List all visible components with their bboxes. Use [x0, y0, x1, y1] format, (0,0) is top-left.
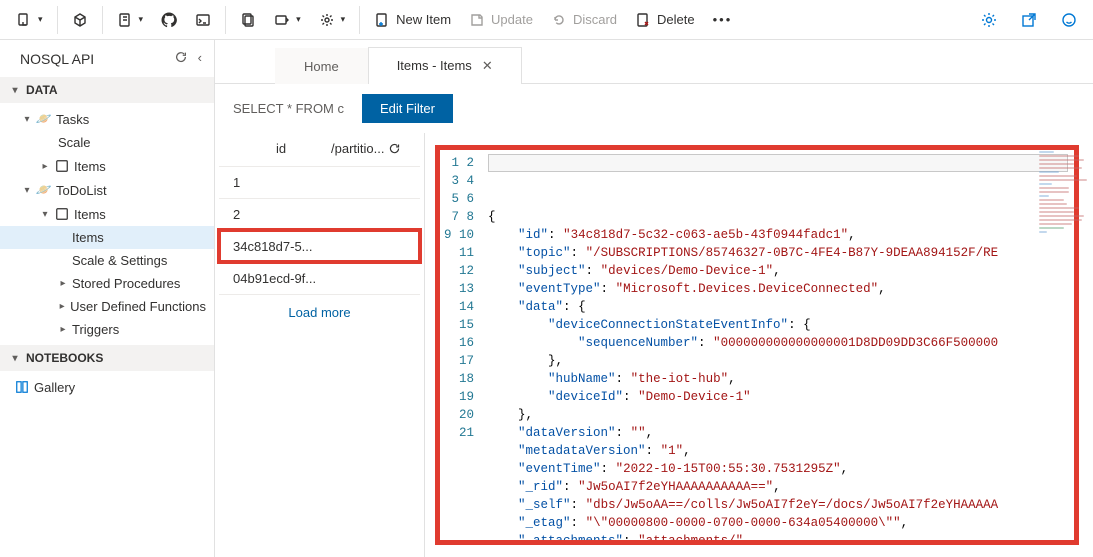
line-gutter: 1 2 3 4 5 6 7 8 9 10 11 12 13 14 15 16 1… [440, 150, 482, 540]
tree-scale-settings[interactable]: Scale & Settings [0, 249, 214, 272]
tree-items-tasks[interactable]: ▸Items [0, 154, 214, 178]
load-more-link[interactable]: Load more [219, 294, 420, 330]
sidebar: NOSQL API ‹ ▾ DATA ▾🪐Tasks Scale ▸Items … [0, 40, 215, 557]
delete-button[interactable]: Delete [627, 4, 703, 36]
list-item[interactable]: 2 [219, 198, 420, 230]
tree-db-tasks[interactable]: ▾🪐Tasks [0, 107, 214, 131]
database-icon: 🪐 [36, 182, 52, 198]
content-area: Home Items - Items✕ SELECT * FROM c Edit… [215, 40, 1093, 557]
update-button[interactable]: Update [461, 4, 541, 36]
refresh-icon[interactable] [174, 50, 188, 67]
github-icon-button[interactable] [153, 4, 185, 36]
tree-triggers[interactable]: ▸Triggers [0, 318, 214, 341]
open-external-icon[interactable] [1013, 4, 1045, 36]
tree-db-todolist[interactable]: ▾🪐ToDoList [0, 178, 214, 202]
chevron-down-icon: ▾ [10, 85, 20, 96]
terminal-icon-button[interactable] [187, 4, 219, 36]
json-editor: 1 2 3 4 5 6 7 8 9 10 11 12 13 14 15 16 1… [425, 133, 1093, 557]
edit-filter-button[interactable]: Edit Filter [362, 94, 453, 123]
more-button[interactable]: ••• [705, 4, 741, 36]
top-toolbar: ▾ ▾ ▾ ▾ New Item Update Discard Delete •… [0, 0, 1093, 40]
feedback-smile-icon[interactable] [1053, 4, 1085, 36]
section-notebooks[interactable]: ▾ NOTEBOOKS [0, 345, 214, 371]
container-icon [54, 158, 70, 174]
chevron-down-icon: ▾ [10, 353, 20, 364]
col-header-partition[interactable]: /partitio... [331, 141, 408, 156]
col-header-id[interactable]: id [231, 141, 331, 156]
tree-scale[interactable]: Scale [0, 131, 214, 154]
refresh-icon[interactable] [388, 142, 401, 155]
list-item[interactable]: 1 [219, 166, 420, 198]
cube-icon-button[interactable] [64, 4, 96, 36]
tab-bar: Home Items - Items✕ [215, 40, 1093, 84]
settings-gear-button[interactable]: ▾ [311, 4, 354, 36]
discard-button[interactable]: Discard [543, 4, 625, 36]
collapse-icon[interactable]: ‹ [198, 50, 202, 67]
list-item-selected[interactable]: 34c818d7-5... [219, 230, 420, 262]
upload-button[interactable]: ▾ [266, 4, 309, 36]
database-icon: 🪐 [36, 111, 52, 127]
item-list-panel: id /partitio... 1 2 34c818d7-5... 04b91e… [215, 133, 425, 557]
tree-gallery[interactable]: Gallery [0, 375, 214, 399]
code-area[interactable]: { "id": "34c818d7-5c32-c063-ae5b-43f0944… [482, 150, 1074, 540]
tree-container-items[interactable]: ▾Items [0, 202, 214, 226]
sidebar-title: NOSQL API ‹ [0, 40, 214, 77]
tree-udfs[interactable]: ▸User Defined Functions [0, 295, 214, 318]
tree-leaf-items[interactable]: Items [0, 226, 214, 249]
tab-home[interactable]: Home [275, 48, 368, 84]
new-item-button[interactable]: New Item [366, 4, 459, 36]
settings-icon[interactable] [973, 4, 1005, 36]
tab-items[interactable]: Items - Items✕ [368, 47, 522, 84]
list-item[interactable]: 04b91ecd-9f... [219, 262, 420, 294]
query-bar: SELECT * FROM c Edit Filter [215, 84, 1093, 133]
open-notebook-button[interactable]: ▾ [109, 4, 152, 36]
tree-stored-procs[interactable]: ▸Stored Procedures [0, 272, 214, 295]
query-text: SELECT * FROM c [233, 101, 344, 116]
section-data[interactable]: ▾ DATA [0, 77, 214, 103]
close-icon[interactable]: ✕ [482, 58, 493, 73]
save-all-button[interactable] [232, 4, 264, 36]
container-icon [54, 206, 70, 222]
gallery-icon [14, 379, 30, 395]
new-dropdown-button[interactable]: ▾ [8, 4, 51, 36]
